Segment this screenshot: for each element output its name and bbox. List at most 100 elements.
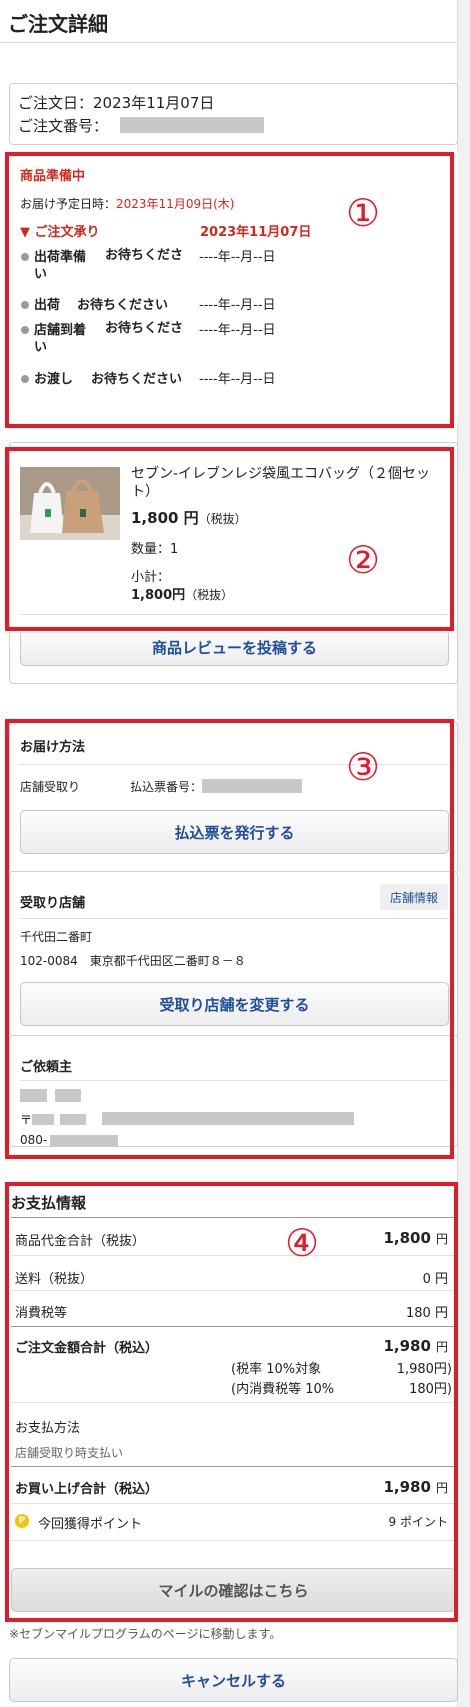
- step-handover-date: ----年--月--日: [199, 372, 276, 387]
- consumption-tax-unit: 円: [434, 1306, 448, 1321]
- order-date-value: 2023年11月07日: [93, 94, 215, 112]
- payment-title-divider: [11, 1217, 456, 1218]
- tax-inner-label: (内消費税等 10%: [231, 1382, 335, 1397]
- product-price-row: 1,800 円（税抜）: [131, 507, 247, 528]
- order-total-amount: 1,980 円: [383, 1336, 448, 1355]
- purchase-total-value: 1,980: [383, 1478, 431, 1496]
- pickup-store-name: 千代田二番町: [20, 930, 93, 944]
- product-subtotal-row: 1,800円（税抜）: [131, 584, 233, 603]
- product-image[interactable]: [20, 467, 120, 540]
- step-store-arrival-status-line2: い: [34, 340, 48, 355]
- product-total-value: 1,800: [383, 1229, 431, 1247]
- consumption-tax-label: 消費税等: [15, 1306, 68, 1321]
- row-divider: [11, 1466, 456, 1467]
- product-total-label: 商品代金合計（税抜）: [15, 1234, 146, 1249]
- client-phone-label: 080-: [20, 1133, 48, 1147]
- post-review-button[interactable]: 商品レビューを投稿する: [20, 629, 449, 666]
- row-divider: [11, 1326, 456, 1327]
- step-shipped-label: 出荷: [34, 298, 61, 313]
- page-scrollbar[interactable]: [457, 0, 470, 1707]
- tax-inner-value: 180円): [409, 1382, 452, 1397]
- product-divider: [20, 614, 449, 615]
- order-number-label: ご注文番号：: [18, 117, 109, 135]
- product-subtotal-value: 1,800円: [131, 588, 186, 603]
- order-total-label: ご注文金額合計（税込）: [15, 1341, 159, 1356]
- row-divider: [11, 1290, 456, 1291]
- payment-title: お支払情報: [11, 1194, 87, 1212]
- pickup-store-address: 102-0084 東京都千代田区二番町８－８: [20, 954, 246, 968]
- order-number-redacted: [120, 117, 264, 133]
- delivery-method-box: お届け方法 店舗受取り 払込票番号： 払込票を発行する: [9, 721, 458, 874]
- product-total-amount: 1,800 円: [383, 1228, 448, 1247]
- delivery-schedule-date: 2023年11月09日(木): [116, 197, 235, 211]
- shipping-fee-unit: 円: [434, 1272, 448, 1287]
- product-subtotal-tax-note: （税抜）: [185, 588, 234, 602]
- order-total-unit: 円: [435, 1340, 448, 1354]
- order-info-box: ご注文日：2023年11月07日 ご注文番号：: [9, 83, 458, 145]
- header-divider: [0, 42, 458, 43]
- client-box: ご依頼主 〒 080-: [9, 1035, 458, 1147]
- product-quantity: 数量：1: [131, 542, 179, 557]
- delivery-method-title: お届け方法: [20, 740, 86, 755]
- payment-method-value: 店舗受取り時支払い: [15, 1446, 124, 1460]
- payment-slip-number-redacted: [202, 779, 302, 793]
- step-bullet-icon: [21, 375, 29, 383]
- step-shipping-prep-status-line2: い: [34, 267, 48, 282]
- client-divider: [20, 1080, 449, 1081]
- row-divider: [11, 1402, 456, 1403]
- product-price-tax-note: （税抜）: [198, 512, 247, 526]
- delivery-method-divider: [20, 764, 449, 765]
- annotation-3: ③: [346, 745, 381, 789]
- step-handover-label: お渡し: [34, 372, 74, 387]
- mile-program-note: ※セブンマイルプログラムのページに移動します。: [9, 1627, 282, 1641]
- client-postal-label: 〒: [20, 1113, 33, 1127]
- row-divider: [11, 1503, 456, 1504]
- pickup-store-title: 受取り店舗: [20, 896, 86, 911]
- check-miles-button[interactable]: マイルの確認はこちら: [11, 1568, 456, 1612]
- points-value: 9 ポイント: [388, 1515, 448, 1529]
- step-shipping-prep-status: お待ちくださ い: [34, 246, 183, 284]
- purchase-total-amount: 1,980 円: [383, 1477, 448, 1496]
- consumption-tax-amount: 180 円: [406, 1302, 448, 1321]
- row-divider: [11, 1255, 456, 1256]
- product-section: セブン-イレブンレジ袋風エコバッグ（２個セット） 1,800 円（税抜） 数量：…: [9, 442, 458, 684]
- step-bullet-icon: [21, 326, 29, 334]
- client-title: ご依頼主: [20, 1060, 73, 1075]
- purchase-total-unit: 円: [435, 1481, 448, 1495]
- product-price: 1,800 円: [131, 509, 199, 527]
- points-coin-icon: P: [15, 1514, 29, 1528]
- client-phone-redacted: [50, 1135, 118, 1147]
- client-postal-redacted: [60, 1114, 86, 1125]
- client-name-redacted: [55, 1089, 81, 1102]
- order-date: ご注文日：2023年11月07日: [18, 92, 214, 113]
- triangle-down-icon: ▼: [20, 225, 30, 240]
- shipping-fee-label: 送料（税抜）: [15, 1272, 94, 1287]
- client-postal-redacted: [32, 1114, 54, 1125]
- product-subtotal-label: 小計：: [131, 570, 171, 585]
- client-address-redacted: [102, 1112, 354, 1125]
- step-ordered-label: ご注文承り: [34, 225, 100, 240]
- delivery-schedule: お届け予定日時：2023年11月09日(木): [20, 195, 234, 212]
- pickup-store-box: 受取り店舗 店舗情報 千代田二番町 102-0084 東京都千代田区二番町８－８…: [9, 871, 458, 1039]
- delivery-schedule-label: お届け予定日時：: [20, 197, 117, 211]
- tax-rate-label: (税率 10%対象: [231, 1362, 322, 1377]
- product-name[interactable]: セブン-イレブンレジ袋風エコバッグ（２個セット）: [131, 465, 439, 501]
- payment-section: お支払情報 商品代金合計（税抜） 1,800 円 送料（税抜） 0 円 消費税等…: [9, 1180, 458, 1616]
- step-shipped-date: ----年--月--日: [199, 298, 276, 313]
- step-shipped-status: お待ちください: [77, 298, 169, 313]
- delivery-method-value: 店舗受取り: [20, 780, 81, 794]
- change-pickup-store-button[interactable]: 受取り店舗を変更する: [20, 982, 449, 1026]
- step-ordered: ▼ ご注文承り: [20, 221, 100, 240]
- step-shipping-prep-date: ----年--月--日: [199, 250, 276, 265]
- product-total-unit: 円: [435, 1232, 448, 1246]
- payment-slip-label: 払込票番号：: [130, 780, 203, 794]
- tax-rate-value: 1,980円): [396, 1362, 452, 1377]
- payment-method-label: お支払方法: [15, 1421, 81, 1436]
- consumption-tax-value: 180: [406, 1306, 431, 1321]
- issue-payment-slip-button[interactable]: 払込票を発行する: [20, 810, 449, 854]
- order-total-value: 1,980: [383, 1337, 431, 1355]
- status-title: 商品準備中: [20, 169, 86, 184]
- step-bullet-icon: [21, 301, 29, 309]
- store-info-button[interactable]: 店舗情報: [380, 884, 448, 910]
- cancel-order-button[interactable]: キャンセルする: [9, 1658, 458, 1702]
